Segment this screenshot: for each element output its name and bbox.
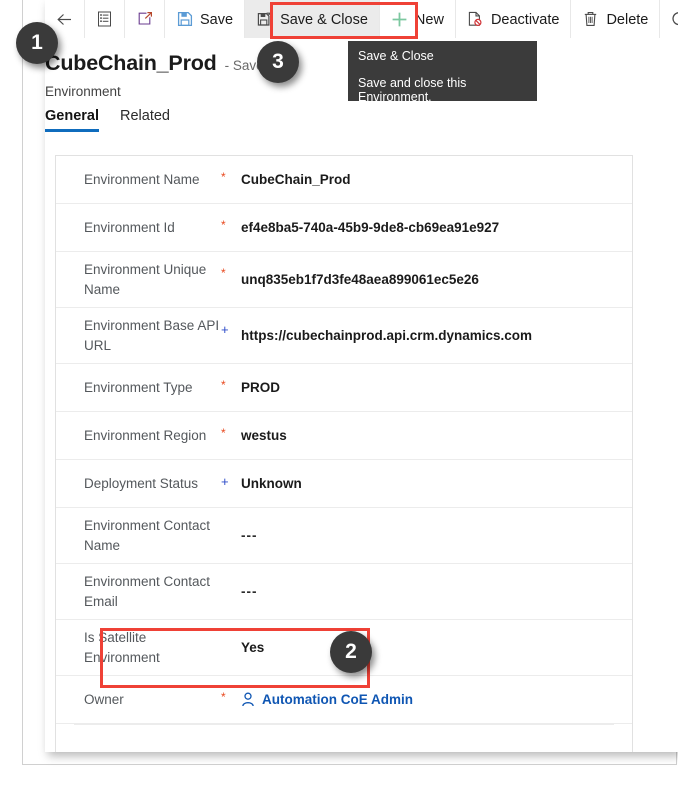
no-marker [221,564,241,579]
tooltip-save-and-close: Save & Close Save and close this Environ… [348,41,537,104]
field-label: Environment Contact Name [84,517,211,553]
field-value: ef4e8ba5-740a-45b9-9de8-cb69ea91e927 [241,220,500,235]
form-tabs: General Related [45,108,678,144]
trash-icon [582,11,599,28]
new-label: New [414,11,444,28]
required-marker-icon: * [221,426,226,440]
field-label: Environment Unique Name [84,261,207,297]
field-value: unq835eb1f7d3fe48aea899061ec5e26 [241,272,479,287]
required-marker-icon: * [221,378,226,392]
delete-button[interactable]: Delete [571,0,661,38]
new-button[interactable]: New [380,0,456,38]
field-label: Environment Contact Email [84,573,211,609]
tab-related[interactable]: Related [120,108,170,132]
field-label: Environment Name [84,171,200,187]
delete-label: Delete [606,11,649,28]
form-selector-button[interactable] [85,0,125,38]
entity-name: Environment [45,84,121,99]
user-avatar-icon [241,692,255,707]
required-marker-icon: * [221,690,226,704]
back-arrow-icon [56,11,73,28]
table-row[interactable]: Owner * Automation CoE Admin [56,676,632,724]
table-row[interactable]: Environment Name * CubeChain_Prod [56,156,632,204]
table-row[interactable]: Environment Base API URL + https://cubec… [56,308,632,364]
required-marker-icon: * [221,266,226,280]
deactivate-button[interactable]: Deactivate [456,0,572,38]
save-and-close-label: Save & Close [280,11,368,28]
no-marker [221,620,241,635]
table-row[interactable]: Environment Type * PROD [56,364,632,412]
field-label: Environment Base API URL [84,317,220,353]
locked-marker-icon: + [221,322,229,337]
record-title-row: CubeChain_Prod - Saved [45,51,271,76]
locked-marker-icon: + [221,474,229,489]
field-value: PROD [241,380,281,395]
required-marker-icon: * [221,170,226,184]
open-in-new-window-button[interactable] [125,0,165,38]
field-value: Unknown [241,476,302,491]
field-label: Environment Region [84,427,207,443]
table-row[interactable]: Environment Contact Email --- [56,564,632,620]
save-label: Save [200,11,234,28]
open-in-new-window-icon [136,11,153,28]
tooltip-description: Save and close this Environment. [358,76,467,104]
field-value: Yes [241,640,265,655]
table-row[interactable]: Environment Region * westus [56,412,632,460]
deactivate-label: Deactivate [490,11,560,28]
no-marker [221,508,241,523]
save-button[interactable]: Save [165,0,246,38]
refresh-icon [671,11,678,28]
field-label: Environment Type [84,379,193,395]
plus-icon [391,11,408,28]
tooltip-title: Save & Close [358,49,434,63]
save-and-close-icon [256,11,273,28]
field-value: https://cubechainprod.api.crm.dynamics.c… [241,328,533,343]
field-value: --- [241,584,258,599]
save-and-close-button[interactable]: Save & Close [245,0,380,38]
card-footer-divider [74,724,614,752]
form-list-icon [96,11,113,28]
save-floppy-icon [176,11,193,28]
tab-general[interactable]: General [45,108,99,132]
field-value: --- [241,528,258,543]
field-value-lookup[interactable]: Automation CoE Admin [241,692,632,707]
callout-badge-3: 3 [257,41,299,83]
field-label: Is Satellite Environment [84,629,160,665]
table-row[interactable]: Environment Contact Name --- [56,508,632,564]
refresh-button[interactable] [660,0,678,38]
callout-badge-1: 1 [16,22,58,64]
field-label: Deployment Status [84,475,199,491]
command-bar: Save Save & Close New Deactivate Delete [45,0,678,39]
deactivate-page-icon [467,11,484,28]
required-marker-icon: * [221,218,226,232]
table-row[interactable]: Environment Unique Name * unq835eb1f7d3f… [56,252,632,308]
callout-badge-2: 2 [330,631,372,673]
field-label: Environment Id [84,219,175,235]
table-row[interactable]: Environment Id * ef4e8ba5-740a-45b9-9de8… [56,204,632,252]
table-row[interactable]: Deployment Status + Unknown [56,460,632,508]
owner-name: Automation CoE Admin [262,692,413,707]
field-value: westus [241,428,287,443]
page-title: CubeChain_Prod [45,51,217,75]
field-value: CubeChain_Prod [241,172,351,187]
field-label: Owner [84,691,124,707]
